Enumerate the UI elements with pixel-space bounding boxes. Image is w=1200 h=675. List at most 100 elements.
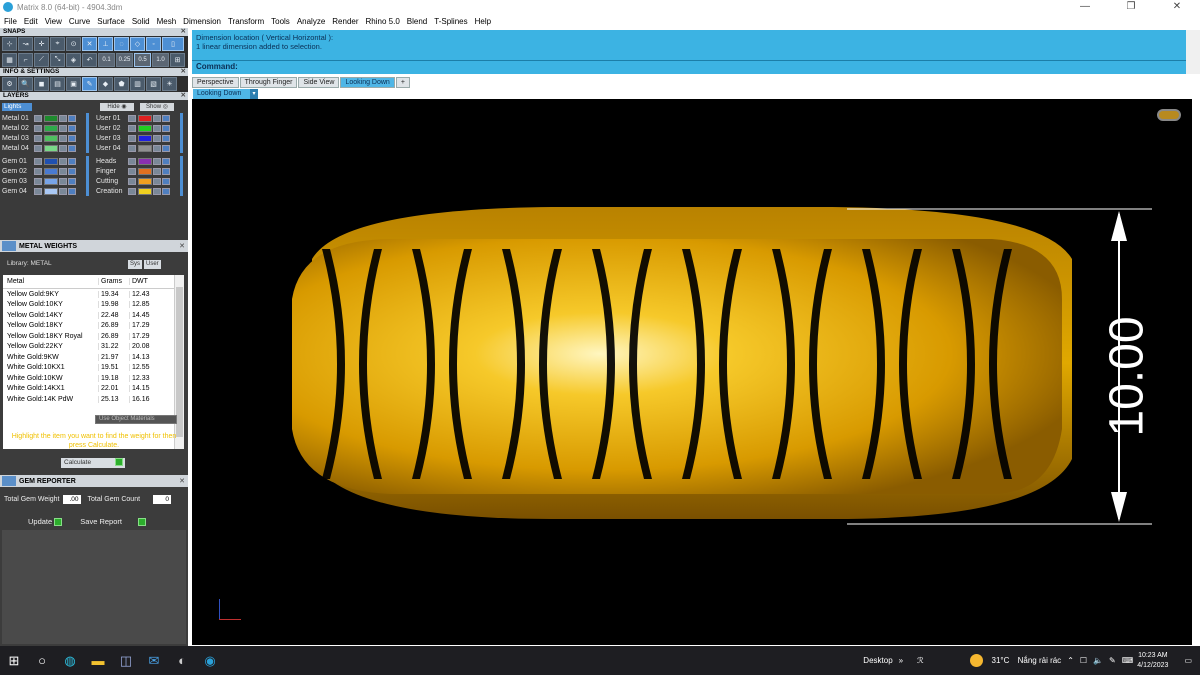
- snap-center-icon[interactable]: ⊙: [66, 37, 81, 51]
- layer-color-swatch[interactable]: [44, 124, 58, 132]
- layer-current-icon[interactable]: [128, 187, 136, 195]
- show-button[interactable]: Show ◎: [140, 103, 174, 111]
- layer-color-swatch[interactable]: [44, 157, 58, 165]
- lock-icon[interactable]: [153, 144, 161, 152]
- table-row[interactable]: White Gold:9KW 21.97 14.13: [3, 352, 184, 363]
- visibility-icon[interactable]: [162, 134, 170, 142]
- calculate-button[interactable]: Calculate: [61, 458, 125, 468]
- close-icon[interactable]: ✕: [179, 242, 185, 250]
- hide-button[interactable]: Hide ◉: [100, 103, 134, 111]
- snap-knot-icon[interactable]: ◦: [146, 37, 161, 51]
- layer-row[interactable]: Metal 01: [0, 113, 77, 123]
- lock-icon[interactable]: [59, 177, 67, 185]
- command-scrollbar[interactable]: [1186, 30, 1200, 74]
- layer-current-icon[interactable]: [128, 144, 136, 152]
- visibility-icon[interactable]: [162, 114, 170, 122]
- mail-icon[interactable]: ✉: [140, 646, 168, 675]
- menu-edit[interactable]: Edit: [24, 17, 38, 26]
- visibility-icon[interactable]: [68, 177, 76, 185]
- lights-layer[interactable]: Lights: [2, 103, 32, 111]
- tab-side-view[interactable]: Side View: [298, 77, 340, 88]
- weather-widget[interactable]: 31°C Nắng rải rác: [964, 654, 1061, 667]
- layer-color-swatch[interactable]: [138, 177, 152, 185]
- layer-current-icon[interactable]: [128, 157, 136, 165]
- snap-quad-icon[interactable]: ◇: [130, 37, 145, 51]
- menu-view[interactable]: View: [45, 17, 62, 26]
- volume-icon[interactable]: 🔈: [1093, 656, 1103, 665]
- menu-surface[interactable]: Surface: [97, 17, 125, 26]
- menu-transform[interactable]: Transform: [228, 17, 264, 26]
- visibility-icon[interactable]: [68, 124, 76, 132]
- table-row[interactable]: Yellow Gold:9KY 19.34 12.43: [3, 289, 184, 300]
- layer-color-swatch[interactable]: [44, 167, 58, 175]
- minimize-button[interactable]: —: [1062, 0, 1108, 14]
- display-icon[interactable]: ▤: [50, 77, 65, 91]
- store-icon[interactable]: ◫: [112, 646, 140, 675]
- layer-current-icon[interactable]: [34, 167, 42, 175]
- layer-row[interactable]: Metal 02: [0, 123, 77, 133]
- snap-int-icon[interactable]: ✕: [82, 37, 97, 51]
- visibility-icon[interactable]: [68, 187, 76, 195]
- sys-library-button[interactable]: Sys: [128, 260, 143, 269]
- visibility-icon[interactable]: [68, 114, 76, 122]
- lock-icon[interactable]: [59, 157, 67, 165]
- layer-color-swatch[interactable]: [138, 124, 152, 132]
- layer-row[interactable]: Gem 01: [0, 156, 77, 166]
- visibility-icon[interactable]: [68, 134, 76, 142]
- snap-end-icon[interactable]: ⊹: [2, 37, 17, 51]
- use-object-materials-field[interactable]: Use Object Materials: [95, 415, 177, 424]
- desktop-toolbar[interactable]: Desktop: [863, 656, 892, 665]
- layer-current-icon[interactable]: [128, 114, 136, 122]
- visibility-icon[interactable]: [68, 167, 76, 175]
- lock-icon[interactable]: [59, 134, 67, 142]
- lock-icon[interactable]: [153, 157, 161, 165]
- menu-rhino-5-0[interactable]: Rhino 5.0: [366, 17, 400, 26]
- command-prompt[interactable]: Command:: [192, 60, 1186, 73]
- edit-icon[interactable]: ✎: [82, 77, 97, 91]
- table-row[interactable]: Yellow Gold:14KY 22.48 14.45: [3, 310, 184, 321]
- layer-color-swatch[interactable]: [44, 144, 58, 152]
- save-report-button[interactable]: Save Report: [80, 517, 147, 527]
- snap-value-0-5[interactable]: 0.5: [134, 53, 151, 67]
- pen-icon[interactable]: ✎: [1109, 656, 1116, 665]
- network-icon[interactable]: ☐: [1080, 656, 1087, 665]
- menu-file[interactable]: File: [4, 17, 17, 26]
- snap-tan-icon[interactable]: ◌: [114, 37, 129, 51]
- visibility-icon[interactable]: [68, 157, 76, 165]
- layer-row[interactable]: User 02: [94, 123, 171, 133]
- lock-icon[interactable]: [153, 124, 161, 132]
- menu-mesh[interactable]: Mesh: [157, 17, 177, 26]
- layer-current-icon[interactable]: [34, 144, 42, 152]
- close-icon[interactable]: ✕: [181, 28, 186, 36]
- layer-current-icon[interactable]: [128, 134, 136, 142]
- gumball-icon[interactable]: ◈: [66, 53, 81, 67]
- layer-current-icon[interactable]: [34, 124, 42, 132]
- tab-looking-down[interactable]: Looking Down: [340, 77, 395, 88]
- snap-point-icon[interactable]: ✛: [34, 37, 49, 51]
- lock-icon[interactable]: [59, 124, 67, 132]
- layer-current-icon[interactable]: [128, 167, 136, 175]
- menu-tools[interactable]: Tools: [271, 17, 290, 26]
- properties-icon[interactable]: ▣: [66, 77, 81, 91]
- table-row[interactable]: White Gold:14K PdW 25.13 16.16: [3, 394, 184, 405]
- layer-color-swatch[interactable]: [44, 134, 58, 142]
- edge-browser-icon[interactable]: ◍: [56, 646, 84, 675]
- layer-row[interactable]: User 03: [94, 133, 171, 143]
- menu-dimension[interactable]: Dimension: [183, 17, 221, 26]
- layer-color-swatch[interactable]: [44, 177, 58, 185]
- close-button[interactable]: ✕: [1154, 0, 1200, 14]
- layer-current-icon[interactable]: [34, 157, 42, 165]
- table-row[interactable]: Yellow Gold:22KY 31.22 20.08: [3, 342, 184, 353]
- view-icon[interactable]: ▧: [146, 77, 161, 91]
- chevron-down-icon[interactable]: ▾: [250, 89, 258, 99]
- ortho-icon[interactable]: ⌐: [18, 53, 33, 67]
- menu-render[interactable]: Render: [332, 17, 358, 26]
- viewport-looking-down[interactable]: 10.00: [192, 99, 1192, 645]
- layer-current-icon[interactable]: [34, 134, 42, 142]
- layer-current-icon[interactable]: [34, 114, 42, 122]
- menu-solid[interactable]: Solid: [132, 17, 150, 26]
- user-library-button[interactable]: User: [144, 260, 161, 269]
- table-row[interactable]: Yellow Gold:18KY 26.89 17.29: [3, 321, 184, 332]
- close-icon[interactable]: ✕: [181, 92, 186, 100]
- file-explorer-icon[interactable]: ▬: [84, 646, 112, 675]
